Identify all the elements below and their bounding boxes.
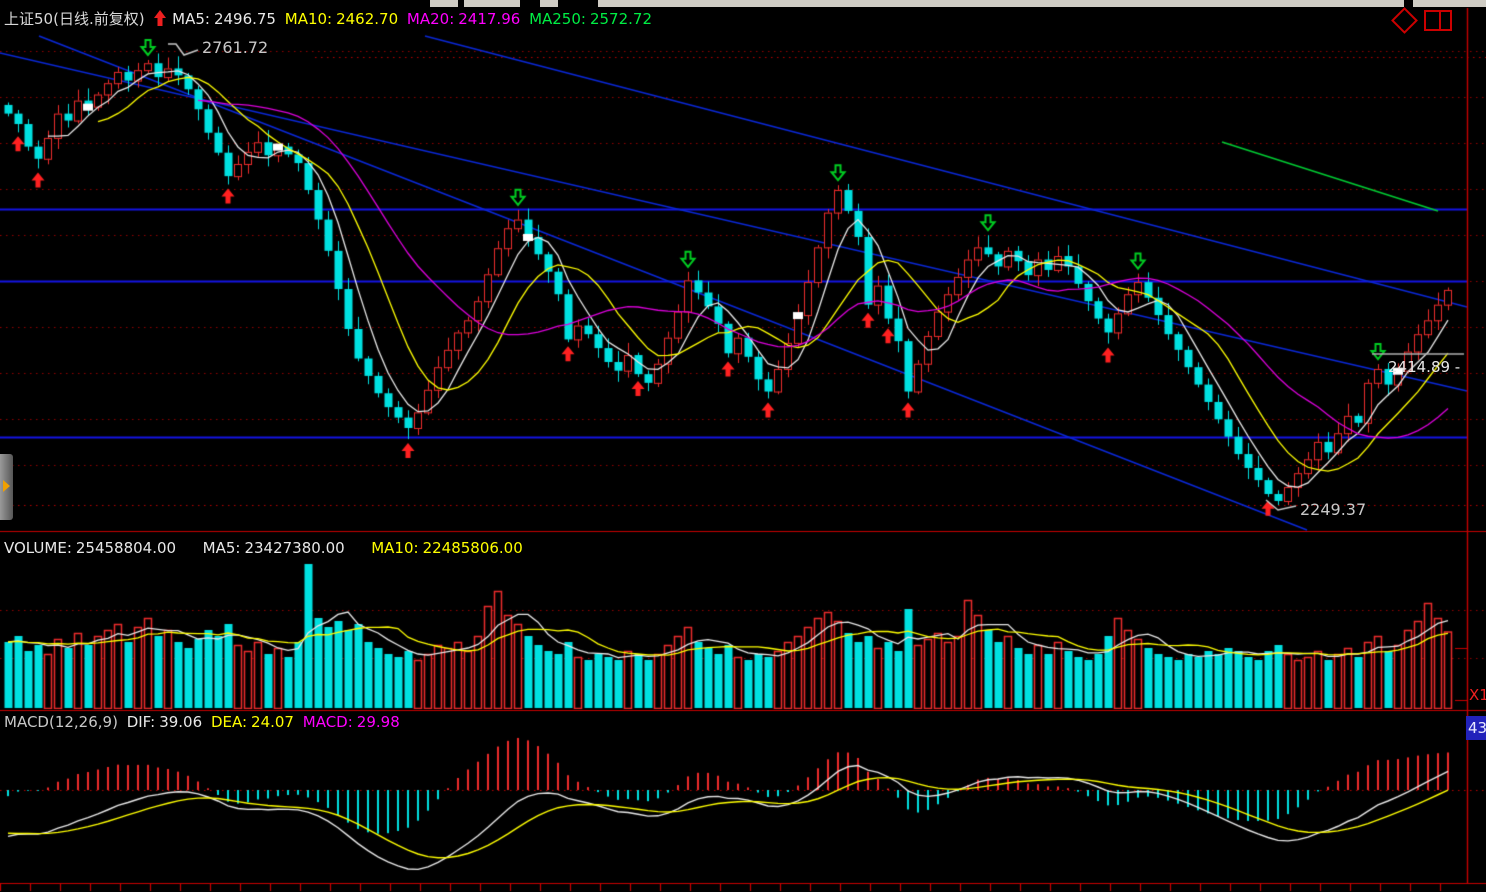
peak-price-label: 2761.72 — [202, 38, 268, 57]
ma10-value: 2462.70 — [336, 10, 398, 28]
panel-expander[interactable] — [0, 454, 13, 520]
vol-ma10-label: MA10: — [371, 539, 418, 557]
ma250-value: 2572.72 — [590, 10, 652, 28]
right-edge-x-label: X1 — [1469, 686, 1486, 704]
macd-label: MACD: — [303, 713, 353, 731]
ma10-label: MA10: — [285, 10, 332, 28]
up-arrow-icon — [153, 10, 167, 27]
trough-price-label: 2249.37 — [1300, 500, 1366, 519]
chart-canvas[interactable] — [0, 0, 1486, 892]
volume-title: VOLUME: — [4, 539, 72, 557]
window-icon-divider — [1439, 12, 1441, 29]
measure-price-label: 2414.89 - — [1388, 358, 1460, 376]
ma20-value: 2417.96 — [458, 10, 520, 28]
vol-ma5-value: 23427380.00 — [244, 539, 344, 557]
vol-ma5-label: MA5: — [203, 539, 241, 557]
ma5-value: 2496.75 — [214, 10, 276, 28]
expander-arrow-icon — [3, 480, 10, 492]
dif-label: DIF: — [127, 713, 156, 731]
ma5-label: MA5: — [172, 10, 210, 28]
ma250-label: MA250: — [529, 10, 586, 28]
split-window-icon[interactable] — [1424, 10, 1452, 31]
dea-label: DEA: — [211, 713, 247, 731]
macd-header: MACD(12,26,9) DIF:39.06 DEA:24.07 MACD:2… — [4, 713, 404, 731]
main-chart-header: 上证50(日线.前复权) MA5:2496.75 MA10:2462.70 MA… — [4, 10, 656, 28]
dea-value: 24.07 — [251, 713, 294, 731]
macd-title: MACD(12,26,9) — [4, 713, 118, 731]
volume-value: 25458804.00 — [76, 539, 176, 557]
ma20-label: MA20: — [407, 10, 454, 28]
symbol-title: 上证50(日线.前复权) — [4, 10, 145, 28]
macd-axis-value-badge: 43 — [1466, 716, 1486, 740]
volume-header: VOLUME:25458804.00 MA5:23427380.00 MA10:… — [4, 539, 527, 557]
trading-app-window: 上证50(日线.前复权) MA5:2496.75 MA10:2462.70 MA… — [0, 0, 1486, 892]
macd-value: 29.98 — [357, 713, 400, 731]
dif-value: 39.06 — [159, 713, 202, 731]
vol-ma10-value: 22485806.00 — [423, 539, 523, 557]
